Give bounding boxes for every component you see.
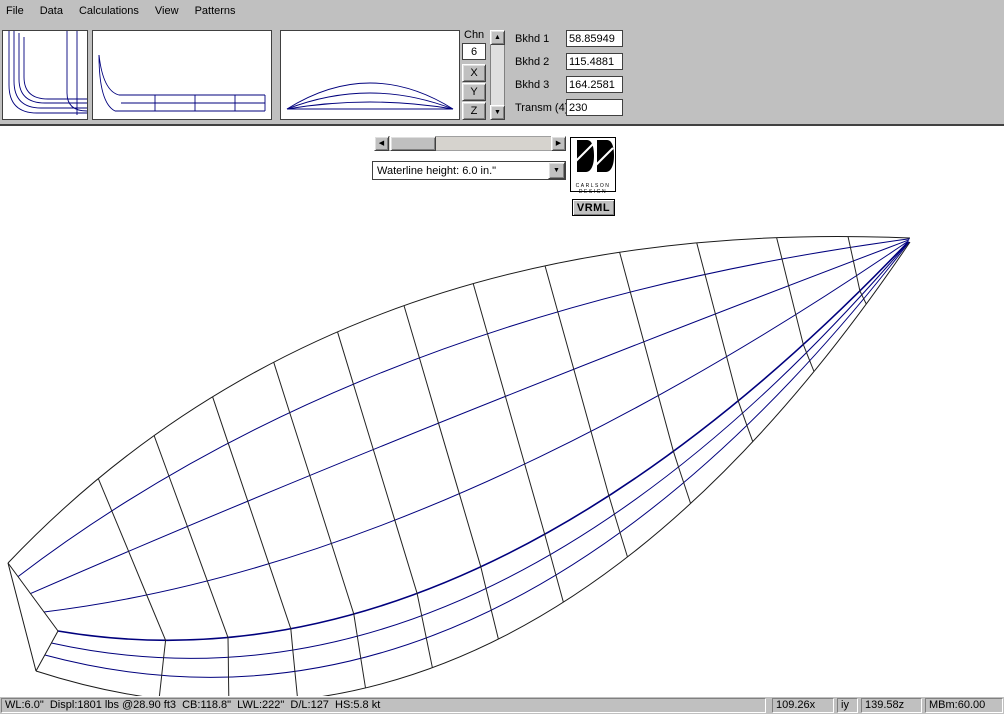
plan-view-drawing bbox=[281, 31, 459, 119]
scroll-left-button[interactable]: ◀ bbox=[374, 136, 389, 151]
status-bar: WL:6.0" Displ:1801 lbs @28.90 ft3 CB:118… bbox=[0, 696, 1004, 714]
right-arrow-icon: ▶ bbox=[556, 140, 561, 147]
logo-text-line2: DESIGN bbox=[571, 189, 615, 195]
dropdown-arrow-button[interactable]: ▼ bbox=[548, 162, 565, 179]
bkhd3-label: Bkhd 3 bbox=[515, 79, 549, 91]
transom-field[interactable] bbox=[566, 99, 623, 116]
menu-patterns[interactable]: Patterns bbox=[187, 2, 244, 20]
down-arrow-icon: ▼ bbox=[494, 109, 501, 116]
hull-viewport[interactable]: ◀ ▶ Waterline height: 6.0 in." ▼ CARLSON… bbox=[0, 126, 1004, 696]
transom-label: Transm (4) bbox=[515, 102, 568, 114]
rotation-scrollbar[interactable]: ◀ ▶ bbox=[374, 136, 566, 151]
axis-z-button[interactable]: Z bbox=[462, 102, 486, 120]
scrollbar-thumb[interactable] bbox=[390, 136, 436, 151]
status-iy: iy bbox=[837, 698, 858, 713]
status-z-coordinate: 139.58z bbox=[861, 698, 922, 713]
chn-label: Chn bbox=[464, 29, 484, 41]
bkhd1-field[interactable] bbox=[566, 30, 623, 47]
profile-drawing bbox=[93, 31, 271, 119]
logo-glyphs bbox=[571, 138, 615, 178]
scroll-right-button[interactable]: ▶ bbox=[551, 136, 566, 151]
menu-view[interactable]: View bbox=[147, 2, 187, 20]
axis-x-button[interactable]: X bbox=[462, 64, 486, 82]
hull-wireframe bbox=[0, 126, 1004, 696]
bkhd3-field[interactable] bbox=[566, 76, 623, 93]
menu-data[interactable]: Data bbox=[32, 2, 71, 20]
bkhd2-field[interactable] bbox=[566, 53, 623, 70]
chn-input[interactable] bbox=[462, 43, 486, 60]
carlson-design-logo: CARLSON DESIGN bbox=[570, 137, 616, 192]
chn-spinner[interactable]: ▲ ▼ bbox=[490, 30, 505, 120]
status-hydrostatics: WL:6.0" Displ:1801 lbs @28.90 ft3 CB:118… bbox=[1, 698, 766, 713]
up-arrow-icon: ▲ bbox=[494, 34, 501, 41]
body-plan-preview[interactable] bbox=[2, 30, 88, 120]
vrml-button[interactable]: VRML bbox=[572, 199, 615, 216]
menu-bar: File Data Calculations View Patterns bbox=[0, 0, 1004, 22]
menu-file[interactable]: File bbox=[2, 2, 32, 20]
left-arrow-icon: ◀ bbox=[379, 140, 384, 147]
waterline-height-value: Waterline height: 6.0 in." bbox=[373, 165, 548, 177]
menu-calculations[interactable]: Calculations bbox=[71, 2, 147, 20]
profile-preview[interactable] bbox=[92, 30, 272, 120]
status-x-coordinate: 109.26x bbox=[772, 698, 834, 713]
plan-view-preview[interactable] bbox=[280, 30, 460, 120]
spinner-up-button[interactable]: ▲ bbox=[490, 30, 505, 45]
bkhd1-label: Bkhd 1 bbox=[515, 33, 549, 45]
bkhd2-label: Bkhd 2 bbox=[515, 56, 549, 68]
top-panel: File Data Calculations View Patterns bbox=[0, 0, 1004, 126]
body-plan-drawing bbox=[3, 31, 87, 119]
status-mbm: MBm:60.00 bbox=[925, 698, 1003, 713]
axis-y-button[interactable]: Y bbox=[462, 83, 486, 101]
dropdown-arrow-icon: ▼ bbox=[553, 167, 560, 174]
spinner-down-button[interactable]: ▼ bbox=[490, 105, 505, 120]
waterline-height-dropdown[interactable]: Waterline height: 6.0 in." ▼ bbox=[372, 161, 566, 180]
